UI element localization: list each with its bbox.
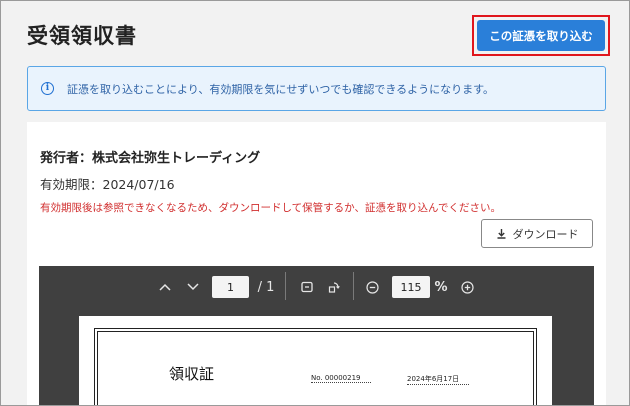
chevron-down-icon: [187, 283, 199, 291]
info-text: 証憑を取り込むことにより、有効期限を気にせずいつでも確認できるようになります。: [67, 82, 495, 96]
receipt-number: No. 00000219: [311, 374, 371, 383]
receipt-title: 領収証: [169, 365, 215, 383]
zoom-in-icon: [460, 280, 474, 294]
rotate-icon: [328, 282, 340, 293]
fit-page-icon: [301, 281, 313, 293]
page-total: / 1: [257, 279, 275, 295]
prev-page-button[interactable]: [156, 278, 174, 296]
import-voucher-button[interactable]: この証憑を取り込む: [477, 20, 605, 51]
rotate-button[interactable]: [325, 278, 343, 296]
zoom-unit: %: [434, 279, 448, 295]
download-icon: [497, 229, 505, 239]
issuer-name: 発行者：株式会社弥生トレーディング: [40, 151, 261, 166]
zoom-in-button[interactable]: [458, 278, 476, 296]
toolbar-divider: [285, 272, 286, 300]
document-preview-page: 領収証 No. 00000219 2024年6月17日: [79, 316, 552, 406]
chevron-up-icon: [159, 283, 171, 291]
page-title: 受領領収書: [27, 24, 137, 48]
download-label: ダウンロード: [512, 227, 579, 241]
toolbar-divider: [353, 272, 354, 300]
next-page-button[interactable]: [184, 278, 202, 296]
document-card: 発行者：株式会社弥生トレーディング 有効期限：2024/07/16 有効期限後は…: [27, 122, 606, 406]
info-banner: i 証憑を取り込むことにより、有効期限を気にせずいつでも確認できるようになります…: [27, 66, 606, 111]
pdf-viewer: / 1 % 領収証 No. 00000219 2024年6月17日: [39, 266, 594, 406]
download-button[interactable]: ダウンロード: [481, 219, 593, 248]
expiry-warning: 有効期限後は参照できなくなるため、ダウンロードして保管するか、証憑を取り込んでく…: [40, 202, 501, 214]
zoom-out-button[interactable]: [363, 278, 381, 296]
expiry-date: 有効期限：2024/07/16: [40, 177, 175, 192]
receipt-frame-inner: [97, 331, 534, 406]
import-button-highlight: この証憑を取り込む: [472, 15, 610, 56]
viewer-toolbar: / 1 %: [39, 266, 594, 306]
info-icon: i: [41, 82, 54, 95]
zoom-out-icon: [365, 280, 379, 294]
fit-page-button[interactable]: [298, 278, 316, 296]
page-number-input[interactable]: [212, 276, 249, 298]
receipt-date: 2024年6月17日: [407, 374, 469, 385]
zoom-input[interactable]: [392, 276, 430, 298]
